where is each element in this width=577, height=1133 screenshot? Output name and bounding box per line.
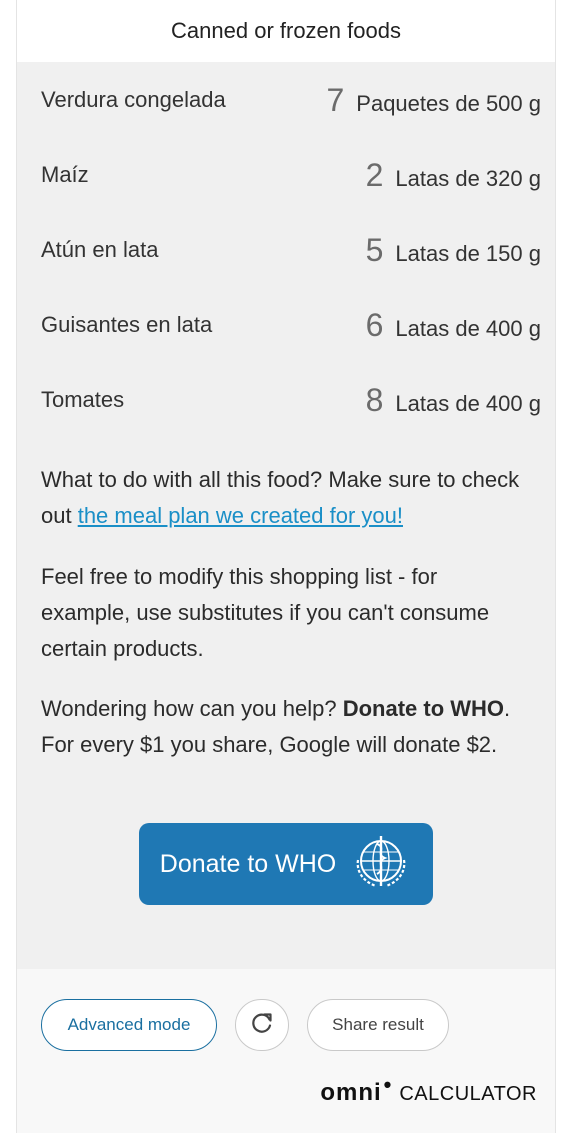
help-text-prefix: Wondering how can you help?	[41, 696, 343, 721]
meal-plan-link[interactable]: the meal plan we created for you!	[78, 503, 403, 528]
item-unit: Latas de 400 g	[395, 390, 541, 416]
list-item: Atún en lata 5 Latas de 150 g	[41, 230, 541, 270]
item-quantity: 6	[365, 306, 384, 343]
item-name: Maíz	[41, 162, 89, 187]
item-name: Tomates	[41, 387, 125, 412]
item-quantity: 5	[365, 231, 384, 268]
share-result-button[interactable]: Share result	[307, 999, 449, 1051]
list-item: Verdura congelada 7 Paquetes de 500 g	[41, 80, 541, 120]
item-unit: Latas de 320 g	[395, 165, 541, 191]
item-name: Atún en lata	[41, 237, 159, 262]
item-amount: 5 Latas de 150 g	[366, 232, 541, 269]
item-unit: Latas de 400 g	[395, 315, 541, 341]
help-paragraph: Wondering how can you help? Donate to WH…	[41, 691, 531, 763]
meal-plan-paragraph: What to do with all this food? Make sure…	[41, 462, 531, 534]
reload-button[interactable]	[235, 999, 289, 1051]
item-quantity: 8	[365, 381, 384, 418]
logo-calculator-text: CALCULATOR	[399, 1083, 537, 1105]
item-quantity: 7	[326, 81, 345, 118]
logo-dot: •	[383, 1072, 392, 1097]
omni-calculator-logo: omni • CALCULATOR	[320, 1072, 537, 1107]
item-name: Guisantes en lata	[41, 312, 213, 337]
calculator-footer: Advanced mode Share result omni • CALCUL…	[17, 969, 555, 1133]
list-item: Tomates 8 Latas de 400 g	[41, 380, 541, 420]
item-unit: Paquetes de 500 g	[356, 90, 541, 116]
donate-button-label: Donate to WHO	[159, 849, 337, 878]
item-amount: 6 Latas de 400 g	[366, 307, 541, 344]
item-name: Verdura congelada	[41, 87, 226, 112]
item-amount: 7 Paquetes de 500 g	[326, 82, 541, 119]
calculator-card: Canned or frozen foods Verdura congelada…	[16, 0, 556, 1133]
donate-to-who-button[interactable]: Donate to WHO	[139, 823, 433, 905]
item-quantity: 2	[365, 156, 384, 193]
item-unit: Latas de 150 g	[395, 240, 541, 266]
help-text-bold: Donate to WHO	[342, 696, 505, 721]
advanced-mode-button[interactable]: Advanced mode	[41, 999, 217, 1051]
item-amount: 2 Latas de 320 g	[366, 157, 541, 194]
modify-list-paragraph: Feel free to modify this shopping list -…	[41, 564, 490, 661]
reload-icon	[249, 1010, 275, 1041]
shopping-list-panel: Verdura congelada 7 Paquetes de 500 g Ma…	[17, 62, 555, 969]
section-title: Canned or frozen foods	[17, 0, 555, 62]
item-amount: 8 Latas de 400 g	[366, 382, 541, 419]
who-emblem-icon	[350, 830, 412, 899]
list-item: Maíz 2 Latas de 320 g	[41, 155, 541, 195]
list-item: Guisantes en lata 6 Latas de 400 g	[41, 305, 541, 345]
logo-omni-text: omni	[320, 1079, 382, 1106]
